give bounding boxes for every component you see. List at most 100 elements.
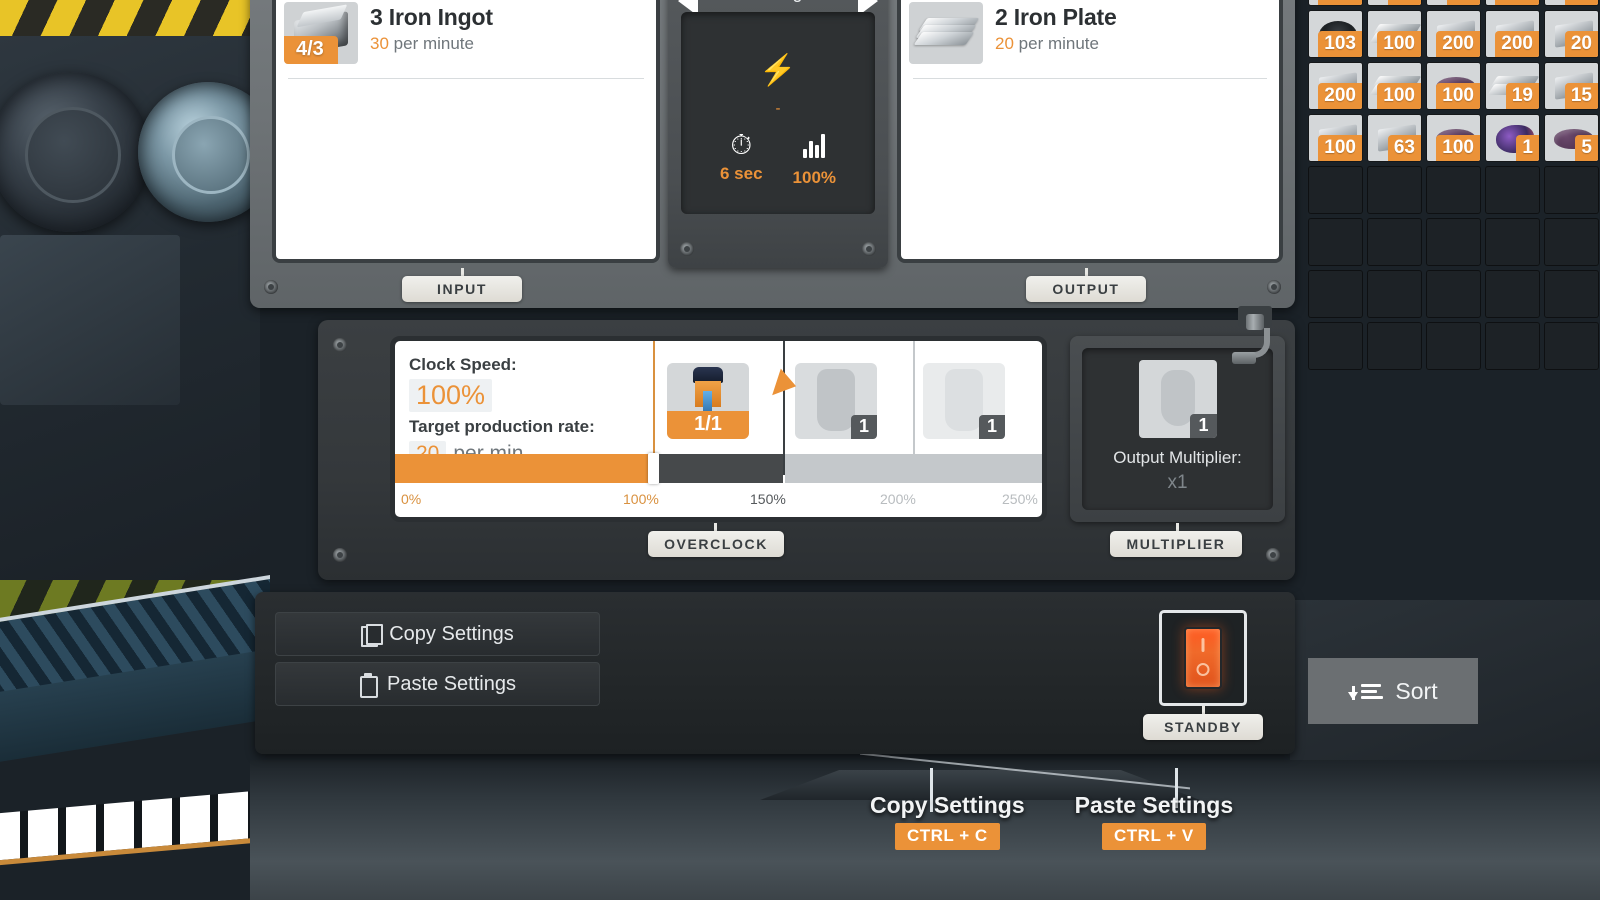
inventory-slot-empty[interactable]	[1367, 322, 1422, 370]
inventory-slot-empty[interactable]	[1426, 322, 1481, 370]
copy-settings-button[interactable]: Copy Settings	[275, 612, 600, 656]
tab-output[interactable]: OUTPUT	[1026, 276, 1146, 302]
inventory-slot[interactable]: 10	[1426, 0, 1481, 6]
inventory-slot[interactable]: 20	[1544, 10, 1599, 58]
inventory-slot-empty[interactable]	[1485, 270, 1540, 318]
input-inventory-card[interactable]: 4/3 3 Iron Ingot 30 per minute	[272, 0, 660, 263]
inventory-slot[interactable]: 15	[1544, 62, 1599, 110]
item-quantity: 200	[1436, 31, 1480, 57]
inventory-slot[interactable]: 50	[1367, 0, 1422, 6]
inventory-slot-empty[interactable]	[1485, 322, 1540, 370]
inventory-slot-empty[interactable]	[1544, 270, 1599, 318]
inventory-slot-empty[interactable]	[1485, 218, 1540, 266]
inventory-slot[interactable]: 5	[1544, 114, 1599, 162]
clock-speed-input[interactable]: 100%	[409, 379, 493, 412]
inventory-slot[interactable]: 500	[1308, 0, 1363, 6]
output-slot-text: 2 Iron Plate 20 per minute	[983, 2, 1117, 54]
item-quantity: 20	[1564, 0, 1598, 5]
constructing-status: Constructing - 46%	[668, 0, 888, 3]
tab-input[interactable]: INPUT	[402, 276, 522, 302]
power-shard-ghost-icon	[945, 369, 983, 431]
machine-stat-row: ⏱ 6 sec 100%	[681, 130, 875, 188]
iron-ingot-icon[interactable]: 4/3	[284, 2, 358, 64]
inventory-slot-empty[interactable]	[1544, 322, 1599, 370]
output-multiplier-value: x1	[1167, 472, 1188, 493]
tick-100: 100%	[623, 491, 659, 507]
inventory-slot[interactable]: 1	[1485, 114, 1540, 162]
somersloop-slot[interactable]: 1	[1138, 360, 1217, 438]
slider-track-grey	[785, 454, 1042, 483]
standby-label[interactable]: STANDBY	[1143, 714, 1263, 740]
keybind-hint-key-wrap: CTRL + V	[1075, 819, 1234, 850]
inventory-slot-empty[interactable]	[1367, 218, 1422, 266]
inventory-slot[interactable]: 100	[1426, 62, 1481, 110]
inventory-slot-empty[interactable]	[1426, 218, 1481, 266]
inventory-slot[interactable]: 63	[1367, 114, 1422, 162]
power-rocker-switch-icon[interactable]	[1159, 610, 1247, 706]
iron-plate-icon[interactable]	[909, 2, 983, 64]
output-divider	[913, 78, 1267, 79]
screw-icon	[680, 242, 694, 256]
recipe-progress-module: Constructing - 46% ⚡ - ⏱ 6 sec 100%	[668, 0, 888, 268]
inventory-slot-empty[interactable]	[1308, 218, 1363, 266]
paste-settings-label: Paste Settings	[387, 672, 516, 695]
inventory-slot-empty[interactable]	[1367, 270, 1422, 318]
inventory-slot-empty[interactable]	[1544, 218, 1599, 266]
inventory-slot[interactable]: 20	[1544, 0, 1599, 6]
tab-multiplier[interactable]: MULTIPLIER	[1110, 531, 1242, 557]
input-slot-header: 4/3 3 Iron Ingot 30 per minute	[276, 0, 656, 70]
power-value: -	[775, 100, 781, 117]
slider-handle[interactable]	[648, 453, 659, 484]
keybind-hint-label: Paste Settings	[1074, 792, 1234, 818]
overclock-tick-labels: 0% 100% 150% 200% 250%	[395, 491, 1042, 509]
inventory-slot[interactable]: 200	[1485, 10, 1540, 58]
inventory-slot-empty[interactable]	[1426, 166, 1481, 214]
overclock-card: Clock Speed: 100% Target production rate…	[390, 336, 1047, 522]
inventory-slot-empty[interactable]	[1485, 166, 1540, 214]
copy-document-icon	[361, 623, 384, 647]
stopwatch-icon: ⏱	[730, 129, 753, 160]
inventory-slot[interactable]: 100	[1308, 114, 1363, 162]
slider-track-dark	[659, 454, 783, 483]
inventory-slot[interactable]: 100	[1367, 62, 1422, 110]
keybind-hint-key: CTRL + C	[894, 823, 1000, 850]
keybind-hint: Copy Settings CTRL + C	[870, 792, 1025, 850]
constructing-label: Constructing	[701, 0, 802, 2]
sort-button[interactable]: Sort	[1308, 658, 1478, 724]
inventory-slot-empty[interactable]	[1426, 270, 1481, 318]
overclock-frame: Clock Speed: 100% Target production rate…	[318, 320, 1295, 580]
keybind-hint-label: Copy Settings	[870, 792, 1025, 818]
inventory-slot[interactable]: 200	[1426, 10, 1481, 58]
inventory-slot[interactable]: 200	[1308, 62, 1363, 110]
output-inventory-card[interactable]: 2 Iron Plate 20 per minute	[897, 0, 1283, 263]
keybind-hint-key: CTRL + V	[1102, 823, 1206, 850]
item-quantity: 200	[1318, 83, 1362, 109]
inventory-slot[interactable]: 103	[1308, 10, 1363, 58]
bar-chart-icon	[793, 130, 836, 164]
power-shard-slot-3[interactable]: 1	[923, 363, 1005, 439]
inventory-slot-empty[interactable]	[1308, 166, 1363, 214]
output-rate-value: 20	[995, 34, 1014, 53]
inventory-slot[interactable]: 100	[1367, 10, 1422, 58]
player-inventory-panel: 5005010100201031002002002020010010019151…	[1300, 0, 1600, 724]
item-quantity: 100	[1377, 31, 1421, 57]
inventory-slot-empty[interactable]	[1544, 166, 1599, 214]
power-shard-slot-2[interactable]: 1	[795, 363, 877, 439]
inventory-slot-empty[interactable]	[1308, 322, 1363, 370]
inventory-slot[interactable]: 100	[1485, 0, 1540, 6]
power-shard-badge-2: 1	[850, 415, 877, 439]
inventory-slot[interactable]: 100	[1426, 114, 1481, 162]
tab-overclock[interactable]: OVERCLOCK	[648, 531, 784, 557]
inventory-slot-empty[interactable]	[1308, 270, 1363, 318]
power-shard-slot-1[interactable]: 1/1	[667, 363, 749, 439]
paste-settings-button[interactable]: Paste Settings	[275, 662, 600, 706]
item-quantity: 1	[1516, 135, 1539, 161]
multiplier-slot-badge: 1	[1190, 414, 1217, 438]
overclock-slider[interactable]	[395, 453, 1042, 484]
inventory-slot-empty[interactable]	[1367, 166, 1422, 214]
inventory-slot[interactable]: 19	[1485, 62, 1540, 110]
screw-icon	[333, 548, 347, 562]
pipe-connector-decor	[1232, 306, 1278, 372]
power-shard-ghost-icon	[817, 369, 855, 431]
multiplier-panel: 1 Output Multiplier: x1	[1082, 348, 1273, 510]
